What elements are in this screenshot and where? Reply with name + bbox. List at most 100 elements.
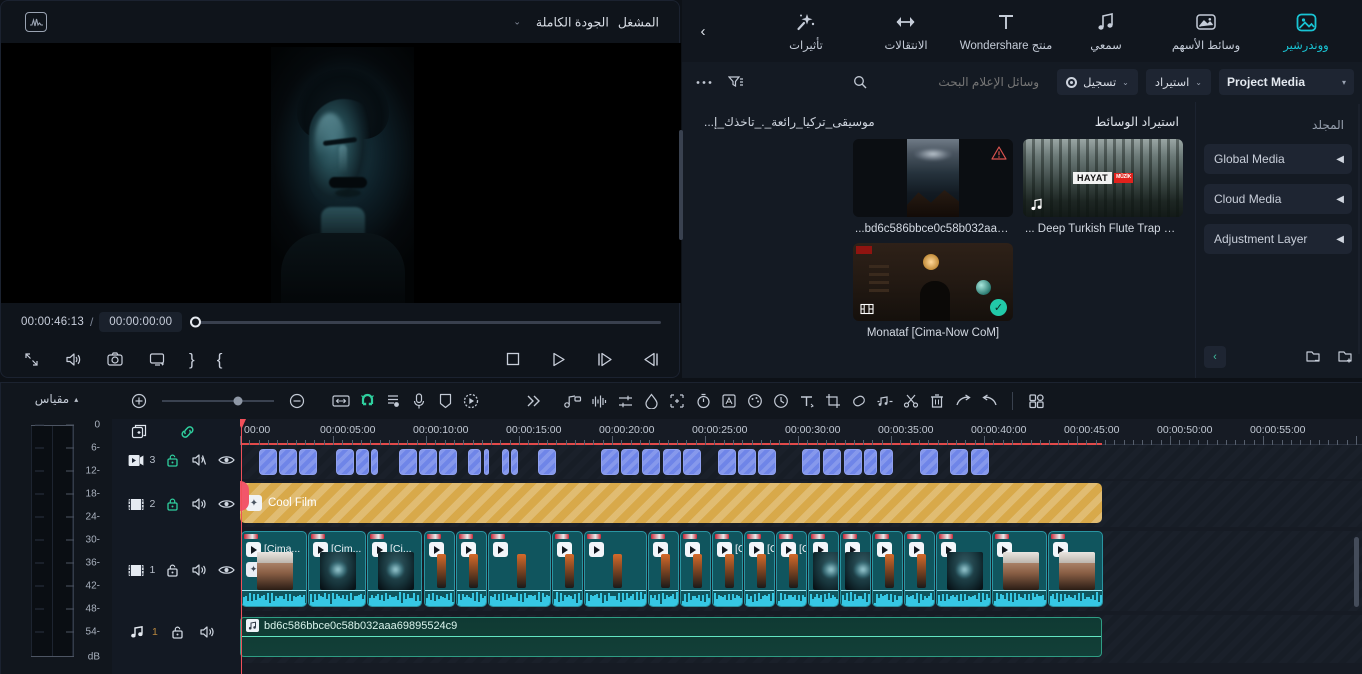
timeline-clip-track3[interactable] <box>738 449 756 475</box>
timeline-playhead[interactable] <box>241 419 242 674</box>
zoom-slider-handle[interactable] <box>234 397 243 406</box>
nav-item-wondershare-media[interactable]: ووندرشير <box>1256 2 1356 60</box>
nav-item-stock-media[interactable]: وسائط الأسهم <box>1156 2 1256 60</box>
green-screen-icon[interactable] <box>742 388 768 414</box>
more-options-icon[interactable] <box>692 70 716 94</box>
timeline-clip-video[interactable] <box>872 531 903 607</box>
project-media-select[interactable]: Project Media ▾ <box>1219 69 1354 95</box>
audio-split-icon[interactable] <box>872 388 898 414</box>
timeline-clip-track3[interactable] <box>538 449 556 475</box>
next-frame-icon[interactable] <box>595 349 615 369</box>
timeline-clip-video[interactable]: [Cima... ✦ <box>241 531 307 607</box>
folder-item-cloud-media[interactable]: Cloud Media ◀ <box>1204 184 1352 214</box>
nav-item-titles[interactable]: منتج Wondershare <box>956 2 1056 60</box>
media-thumbnail[interactable]: MÜZİK HAYAT <box>1023 139 1183 217</box>
folder-item-adjustment-layer[interactable]: Adjustment Layer ◀ <box>1204 224 1352 254</box>
timeline-clip-video[interactable]: [Ci... <box>367 531 422 607</box>
stop-icon[interactable] <box>503 349 523 369</box>
timeline-clip-video[interactable] <box>456 531 487 607</box>
track-visibility-icon[interactable] <box>213 560 240 580</box>
fit-to-timeline-icon[interactable] <box>328 388 354 414</box>
timeline-clip-track3[interactable] <box>299 449 317 475</box>
text-icon[interactable] <box>794 388 820 414</box>
timeline-clip-track3[interactable] <box>399 449 417 475</box>
undo-icon[interactable] <box>976 388 1002 414</box>
timeline-clip-track3[interactable] <box>823 449 841 475</box>
trash-icon[interactable] <box>924 388 950 414</box>
waveform-scope-icon[interactable] <box>25 12 47 32</box>
timeline-clip-track3[interactable] <box>439 449 457 475</box>
play-icon[interactable] <box>549 349 569 369</box>
timeline-clip-video[interactable]: [Ci... <box>776 531 807 607</box>
motion-tracking-icon[interactable] <box>690 388 716 414</box>
import-button[interactable]: ⌄ استيراد <box>1146 69 1211 95</box>
total-timecode[interactable]: 00:00:00:00 <box>99 312 182 332</box>
timeline-track-video-2[interactable]: ✦ Cool Film <box>240 481 1362 527</box>
timeline-clip-cool-film[interactable]: ✦ Cool Film <box>240 483 1102 523</box>
link-icon[interactable] <box>174 422 200 442</box>
marker-list-icon[interactable] <box>380 388 406 414</box>
media-item[interactable]: ...bd6c586bbce0c58b032aaa69 <box>853 139 1013 235</box>
timeline-clip-video[interactable] <box>648 531 679 607</box>
mark-out-icon[interactable]: } <box>189 351 195 368</box>
track-lock-icon[interactable] <box>159 494 186 514</box>
track-header-audio-1[interactable]: 1 <box>112 619 240 645</box>
media-panel-scrollbar[interactable] <box>679 130 683 240</box>
timeline-clip-video[interactable] <box>840 531 871 607</box>
adjustment-icon[interactable] <box>612 388 638 414</box>
timeline-clip-track3[interactable] <box>950 449 968 475</box>
audio-mixer-icon[interactable] <box>560 388 586 414</box>
mask-icon[interactable] <box>846 388 872 414</box>
crop-icon[interactable] <box>820 388 846 414</box>
folder-item-global-media[interactable]: Global Media ◀ <box>1204 144 1352 174</box>
timeline-clip-track3[interactable] <box>484 449 489 475</box>
timeline-clip-track3[interactable] <box>718 449 736 475</box>
timeline-clip-video[interactable] <box>936 531 991 607</box>
search-icon[interactable] <box>848 70 872 94</box>
timeline-clip-track3[interactable] <box>601 449 619 475</box>
timeline-clip-track3[interactable] <box>920 449 938 475</box>
media-thumbnail[interactable]: ✓ <box>853 243 1013 321</box>
media-item[interactable]: ✓ Monataf [Cima-Now CoM] <box>853 243 1013 339</box>
timeline-clip-track3[interactable] <box>663 449 681 475</box>
timeline-clip-video[interactable] <box>808 531 839 607</box>
fullscreen-icon[interactable] <box>21 349 41 369</box>
timeline-clip-video[interactable]: [Cim... <box>308 531 366 607</box>
render-preview-icon[interactable] <box>458 388 484 414</box>
timeline-clip-track3[interactable] <box>758 449 776 475</box>
timeline-clip-track3[interactable] <box>419 449 437 475</box>
layout-grid-icon[interactable] <box>1023 388 1049 414</box>
timeline-ruler[interactable]: 00:00 00:00:05:00 00:00:10:00 00:00:15:0… <box>240 419 1362 445</box>
remove-folder-icon[interactable] <box>1306 349 1322 366</box>
chevron-down-icon[interactable]: ⌄ <box>513 17 521 28</box>
add-folder-icon[interactable] <box>1338 349 1354 366</box>
audio-waveform-icon[interactable] <box>586 388 612 414</box>
timeline-clip-track3[interactable] <box>642 449 660 475</box>
timeline-clip-track3[interactable] <box>502 449 509 475</box>
redo-icon[interactable] <box>950 388 976 414</box>
timeline-clip-video[interactable]: [Cim... <box>712 531 743 607</box>
track-header-video-3[interactable]: 3 <box>112 447 240 473</box>
track-header-video-2[interactable]: 2 <box>112 491 240 517</box>
media-item[interactable]: MÜZİK HAYAT ... Deep Turkish Flute Trap … <box>1023 139 1183 235</box>
timeline-clip-video[interactable] <box>1048 531 1103 607</box>
track-lock-icon[interactable] <box>159 560 186 580</box>
timeline-track-video-1[interactable]: [Cima...✦[Cim...[Ci...[Cim...[Ci...[Ci..… <box>240 531 1362 611</box>
keyframe-icon[interactable] <box>664 388 690 414</box>
timeline-clip-track3[interactable] <box>864 449 877 475</box>
timeline-clip-video[interactable] <box>488 531 551 607</box>
timeline-clip-track3[interactable] <box>511 449 518 475</box>
timeline-clip-video[interactable] <box>992 531 1047 607</box>
timeline-clip-track3[interactable] <box>844 449 862 475</box>
nav-item-effects[interactable]: تأثيرات <box>756 2 856 60</box>
timeline-clip-video[interactable] <box>680 531 711 607</box>
timeline-vertical-scrollbar[interactable] <box>1354 537 1359 607</box>
panel-divider[interactable] <box>1358 104 1360 354</box>
preview-stage[interactable] <box>1 43 681 303</box>
speed-ramp-icon[interactable] <box>716 388 742 414</box>
track-volume-icon[interactable] <box>186 560 213 580</box>
track-lock-icon[interactable] <box>162 622 192 642</box>
track-visibility-icon[interactable] <box>213 450 240 470</box>
timeline-track-video-3[interactable] <box>240 445 1362 479</box>
timeline-clip-track3[interactable] <box>621 449 639 475</box>
